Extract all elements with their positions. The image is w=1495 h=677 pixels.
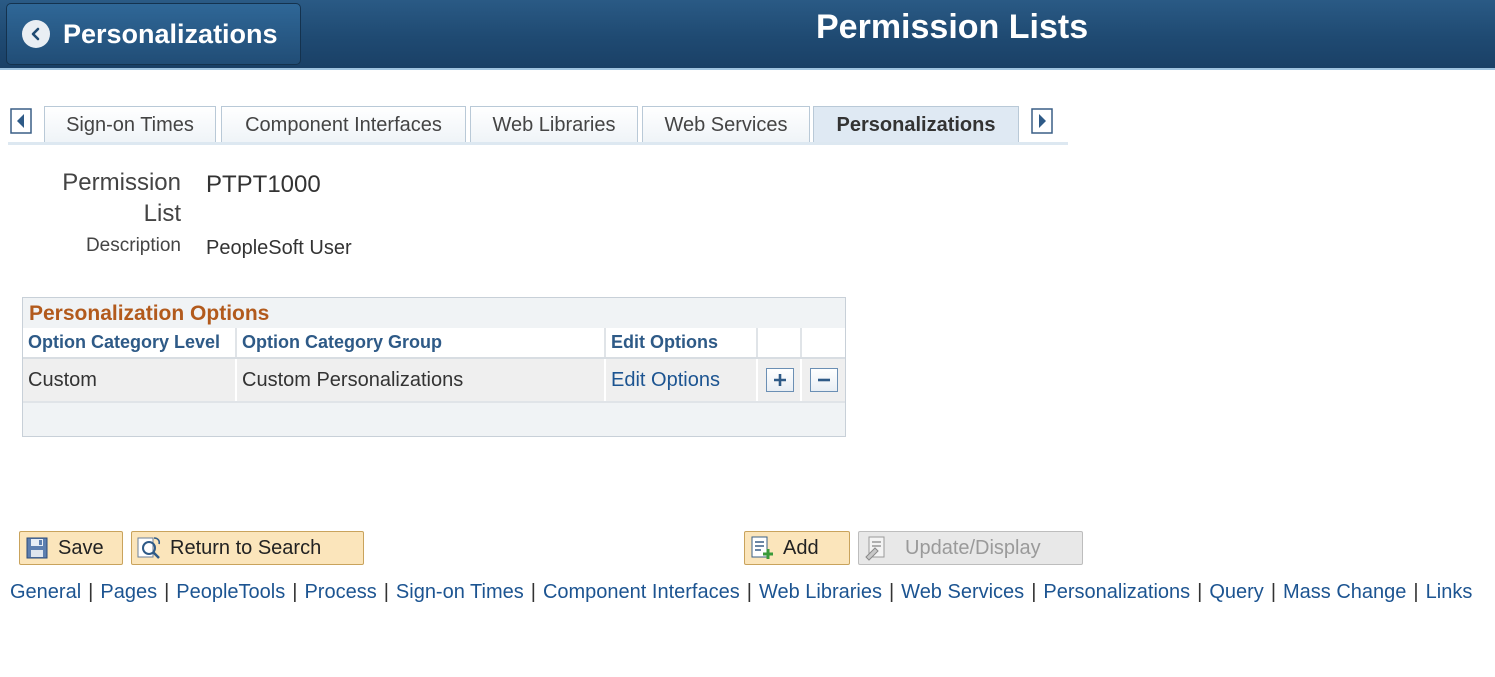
update-display-icon: [863, 535, 889, 561]
footer-link-personalizations[interactable]: Personalizations: [1043, 581, 1190, 603]
column-header-group[interactable]: Option Category Group: [236, 328, 606, 359]
footer-link-general[interactable]: General: [10, 581, 81, 603]
column-header-edit[interactable]: Edit Options: [605, 328, 758, 359]
return-to-search-label: Return to Search: [170, 536, 322, 559]
footer-link-sign-on-times[interactable]: Sign-on Times: [396, 581, 524, 603]
footer-link-web-services[interactable]: Web Services: [901, 581, 1024, 603]
separator: |: [1197, 581, 1203, 603]
tab-label: Component Interfaces: [245, 114, 442, 136]
separator: |: [888, 581, 895, 603]
tab-scroll-left-icon[interactable]: [10, 107, 32, 135]
cell-add: [757, 358, 802, 403]
footer-link-component-interfaces[interactable]: Component Interfaces: [543, 581, 740, 603]
permission-list-value: PTPT1000: [206, 171, 321, 198]
save-button[interactable]: Save: [19, 531, 123, 565]
grid-title: Personalization Options: [29, 302, 270, 325]
separator: |: [88, 581, 94, 603]
separator: |: [530, 581, 536, 603]
add-page-icon: [749, 535, 775, 561]
separator: |: [292, 581, 298, 603]
footer-links: General | Pages | PeopleTools | Process | Sign-o…: [10, 581, 1472, 604]
footer-link-web-libraries[interactable]: Web Libraries: [759, 581, 882, 603]
back-button[interactable]: Personalizations: [6, 3, 301, 65]
separator: |: [164, 581, 170, 603]
separator: |: [1031, 581, 1037, 603]
plus-icon: [774, 374, 786, 386]
footer-link-process[interactable]: Process: [304, 581, 376, 603]
cell-delete: [801, 358, 845, 403]
tab-underline: [8, 142, 1068, 145]
cell-level: Custom: [23, 358, 237, 403]
separator: |: [1270, 581, 1277, 603]
update-display-button[interactable]: Update/Display: [858, 531, 1083, 565]
footer-link-pages[interactable]: Pages: [100, 581, 157, 603]
tab-bar: Sign-on Times Component Interfaces Web L…: [8, 104, 1068, 146]
description-label: Description: [85, 235, 181, 256]
separator: |: [746, 581, 752, 603]
add-row-button[interactable]: [766, 368, 794, 392]
column-header-add: [757, 328, 802, 359]
tab-label: Web Libraries: [492, 114, 616, 136]
table-row: Custom Custom Personalizations Edit Opti…: [23, 358, 845, 403]
permission-list-label: Permission List: [30, 167, 181, 229]
grid-table: Option Category Level Option Category Gr…: [23, 328, 845, 403]
cell-group: Custom Personalizations: [236, 358, 606, 403]
tab-label: Personalizations: [836, 114, 996, 136]
grid-header-row: Option Category Level Option Category Gr…: [23, 328, 845, 359]
separator: |: [383, 581, 389, 603]
header-banner: Personalizations Permission Lists: [0, 0, 1495, 70]
save-button-label: Save: [58, 536, 104, 559]
tab-sign-on-times[interactable]: Sign-on Times: [44, 106, 216, 144]
update-display-label: Update/Display: [905, 536, 1041, 559]
tab-web-services[interactable]: Web Services: [642, 106, 810, 144]
separator: |: [1413, 581, 1419, 603]
chevron-left-icon: [22, 20, 50, 48]
save-icon: [24, 535, 50, 561]
footer-link-peopletools[interactable]: PeopleTools: [176, 581, 285, 603]
return-to-search-icon: [136, 535, 162, 561]
tab-label: Web Services: [664, 114, 788, 136]
permission-list-label-line1: Permission: [62, 169, 181, 196]
tab-personalizations[interactable]: Personalizations: [813, 106, 1019, 144]
tab-component-interfaces[interactable]: Component Interfaces: [221, 106, 466, 144]
column-header-delete: [801, 328, 845, 359]
minus-icon: [818, 378, 830, 382]
tab-web-libraries[interactable]: Web Libraries: [470, 106, 638, 144]
footer-link-query[interactable]: Query: [1209, 581, 1263, 603]
footer-link-mass-change[interactable]: Mass Change: [1283, 581, 1406, 603]
description-value: PeopleSoft User: [206, 237, 352, 259]
back-button-label: Personalizations: [63, 18, 278, 49]
page-title: Permission Lists: [816, 8, 1089, 46]
return-to-search-button[interactable]: Return to Search: [131, 531, 364, 565]
add-button[interactable]: Add: [744, 531, 850, 565]
edit-options-link[interactable]: Edit Options: [605, 358, 758, 403]
personalization-options-grid: Personalization Options Option Category …: [22, 297, 846, 437]
add-button-label: Add: [783, 536, 819, 559]
tab-label: Sign-on Times: [66, 114, 194, 136]
footer-link-links[interactable]: Links: [1426, 581, 1473, 603]
delete-row-button[interactable]: [810, 368, 838, 392]
permission-list-label-line2: List: [143, 200, 181, 227]
tab-scroll-right-icon[interactable]: [1031, 107, 1053, 135]
column-header-level[interactable]: Option Category Level: [23, 328, 237, 359]
